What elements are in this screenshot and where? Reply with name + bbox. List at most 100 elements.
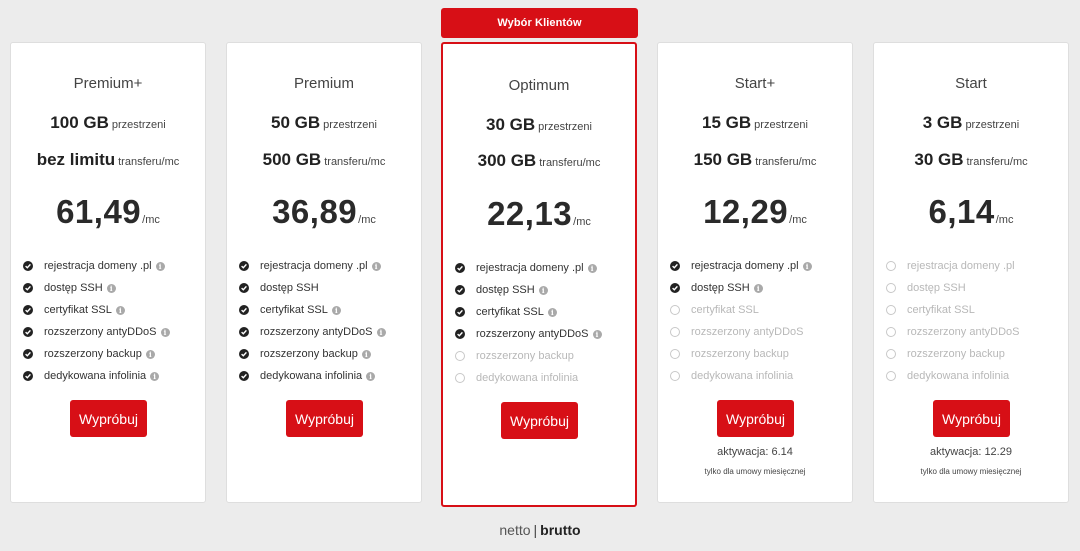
info-icon[interactable]: i <box>592 329 602 339</box>
price-amount: 6,14 <box>928 193 995 230</box>
netto-option[interactable]: netto <box>499 522 530 538</box>
transfer-spec: 30 GB transferu/mc <box>874 150 1068 170</box>
feature-list: rejestracja domeny .pl i dostęp SSH i certyf… <box>23 255 205 387</box>
feature-label: dedykowana infolinia <box>907 370 1010 382</box>
feature-item: rozszerzony backup <box>670 343 852 365</box>
price-unit: /mc <box>142 214 160 226</box>
empty-circle-icon <box>455 373 465 383</box>
check-icon <box>239 305 249 315</box>
check-icon <box>23 283 33 293</box>
info-icon[interactable]: i <box>106 283 116 293</box>
feature-label: certyfikat SSL <box>691 304 759 316</box>
feature-item: certyfikat SSL i <box>23 299 205 321</box>
price-amount: 12,29 <box>703 193 789 230</box>
info-icon[interactable]: i <box>538 285 548 295</box>
price-unit: /mc <box>789 214 807 226</box>
plan-card-start-plus: Start+ 15 GB przestrzeni 150 GB transferu/… <box>657 42 853 503</box>
customer-choice-badge: Wybór Klientów <box>441 8 638 38</box>
check-icon <box>670 261 680 271</box>
activation-fee: aktywacja: 12.29 <box>930 446 1012 458</box>
info-icon[interactable]: i <box>366 371 376 381</box>
info-icon[interactable]: i <box>547 307 557 317</box>
storage-value: 3 GB <box>922 113 963 132</box>
storage-spec: 3 GB przestrzeni <box>874 113 1068 133</box>
feature-label: rozszerzony backup <box>907 348 1005 360</box>
try-button[interactable]: Wypróbuj <box>286 400 363 437</box>
info-icon[interactable]: i <box>376 327 386 337</box>
info-icon[interactable]: i <box>753 283 763 293</box>
feature-label: dedykowana infolinia <box>44 370 147 382</box>
transfer-spec: 150 GB transferu/mc <box>658 150 852 170</box>
feature-label: rozszerzony antyDDoS <box>907 326 1020 338</box>
transfer-spec: 500 GB transferu/mc <box>227 150 421 170</box>
transfer-spec: bez limitu transferu/mc <box>11 150 205 170</box>
feature-item: dedykowana infolinia i <box>23 365 205 387</box>
info-icon[interactable]: i <box>115 305 125 315</box>
feature-label: rozszerzony antyDDoS <box>476 328 589 340</box>
feature-item: dedykowana infolinia <box>670 365 852 387</box>
info-icon[interactable]: i <box>802 261 812 271</box>
feature-label: certyfikat SSL <box>907 304 975 316</box>
info-icon[interactable]: i <box>371 261 381 271</box>
feature-item: rozszerzony antyDDoS i <box>23 321 205 343</box>
price: 6,14/mc <box>874 193 1068 231</box>
feature-label: dedykowana infolinia <box>476 372 579 384</box>
price-unit: /mc <box>573 216 591 228</box>
feature-label: rozszerzony antyDDoS <box>260 326 373 338</box>
storage-value: 15 GB <box>702 113 752 132</box>
price: 12,29/mc <box>658 193 852 231</box>
price-amount: 22,13 <box>487 195 573 232</box>
check-icon <box>23 349 33 359</box>
feature-label: certyfikat SSL <box>260 304 328 316</box>
price-amount: 61,49 <box>56 193 142 230</box>
check-icon <box>239 371 249 381</box>
try-button[interactable]: Wypróbuj <box>501 402 578 439</box>
feature-item: certyfikat SSL i <box>455 301 635 323</box>
brutto-option[interactable]: brutto <box>540 522 580 538</box>
feature-label: rejestracja domeny .pl <box>44 260 152 272</box>
feature-label: rejestracja domeny .pl <box>260 260 368 272</box>
empty-circle-icon <box>670 349 680 359</box>
check-icon <box>239 261 249 271</box>
info-icon[interactable]: i <box>145 349 155 359</box>
feature-label: dedykowana infolinia <box>260 370 363 382</box>
feature-item: rejestracja domeny .pl i <box>23 255 205 277</box>
feature-label: rozszerzony backup <box>44 348 142 360</box>
try-button[interactable]: Wypróbuj <box>717 400 794 437</box>
storage-spec: 30 GB przestrzeni <box>443 115 635 135</box>
empty-circle-icon <box>886 261 896 271</box>
try-button[interactable]: Wypróbuj <box>933 400 1010 437</box>
transfer-value: 300 GB <box>477 151 537 170</box>
price-amount: 36,89 <box>272 193 358 230</box>
info-icon[interactable]: i <box>160 327 170 337</box>
info-icon[interactable]: i <box>587 263 597 273</box>
info-icon[interactable]: i <box>150 371 160 381</box>
feature-item: rozszerzony antyDDoS <box>670 321 852 343</box>
feature-label: certyfikat SSL <box>476 306 544 318</box>
storage-unit: przestrzeni <box>323 119 377 131</box>
info-icon[interactable]: i <box>361 349 371 359</box>
plan-card-premium-plus: Premium+ 100 GB przestrzeni bez limitu tra… <box>10 42 206 503</box>
transfer-unit: transferu/mc <box>755 156 817 168</box>
feature-item: dedykowana infolinia <box>455 367 635 389</box>
price-unit: /mc <box>358 214 376 226</box>
feature-label: certyfikat SSL <box>44 304 112 316</box>
feature-label: rejestracja domeny .pl <box>691 260 799 272</box>
tax-toggle: netto | brutto <box>0 522 1080 538</box>
plan-name: Start <box>955 75 987 92</box>
feature-item: dedykowana infolinia <box>886 365 1068 387</box>
feature-list: rejestracja domeny .pl i dostęp SSH i certyf… <box>455 257 635 389</box>
transfer-spec: 300 GB transferu/mc <box>443 151 635 171</box>
check-icon <box>23 371 33 381</box>
empty-circle-icon <box>455 351 465 361</box>
info-icon[interactable]: i <box>155 261 165 271</box>
feature-label: rozszerzony backup <box>691 348 789 360</box>
info-icon[interactable]: i <box>331 305 341 315</box>
check-icon <box>455 307 465 317</box>
try-button[interactable]: Wypróbuj <box>70 400 147 437</box>
feature-label: rozszerzony antyDDoS <box>691 326 804 338</box>
check-icon <box>455 285 465 295</box>
feature-label: dostęp SSH <box>691 282 750 294</box>
check-icon <box>455 329 465 339</box>
feature-item: dostęp SSH <box>239 277 421 299</box>
